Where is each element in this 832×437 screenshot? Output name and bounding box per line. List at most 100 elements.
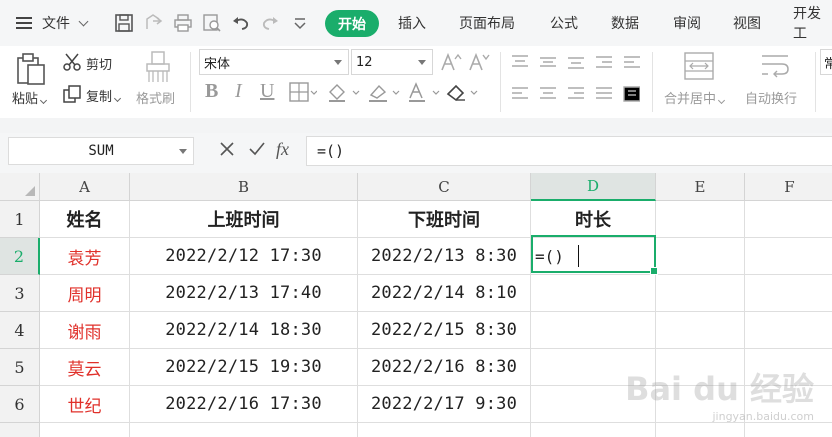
row-header-1[interactable]: 1	[0, 201, 40, 238]
cell-d3[interactable]	[531, 275, 656, 312]
cell-a1[interactable]: 姓名	[40, 201, 130, 238]
decrease-font-icon[interactable]	[468, 52, 490, 72]
cell-f2[interactable]	[745, 238, 832, 275]
cell-c2[interactable]: 2022/2/13 8:30	[358, 238, 531, 275]
customize-dropdown-icon[interactable]	[290, 13, 310, 33]
cut-button[interactable]: 剪切	[86, 54, 112, 73]
cell-c3[interactable]: 2022/2/14 8:10	[358, 275, 531, 312]
cell-a4[interactable]: 谢雨	[40, 312, 130, 349]
bold-icon[interactable]: B	[205, 80, 218, 103]
tab-home[interactable]: 开始	[325, 10, 379, 37]
cell-d2[interactable]: =()	[531, 238, 656, 275]
highlight-icon[interactable]	[367, 82, 401, 102]
font-name-select[interactable]: 宋体	[199, 49, 349, 75]
paste-icon[interactable]	[14, 52, 48, 86]
cell-a5[interactable]: 莫云	[40, 349, 130, 386]
save-icon[interactable]	[114, 13, 134, 33]
tab-view[interactable]: 视图	[733, 0, 761, 46]
row-header-6[interactable]: 6	[0, 386, 40, 423]
confirm-icon[interactable]	[248, 141, 266, 157]
tab-formulas[interactable]: 公式	[550, 0, 578, 46]
cell-e4[interactable]	[656, 312, 745, 349]
hamburger-icon	[16, 17, 32, 29]
row-header-3[interactable]: 3	[0, 275, 40, 312]
eraser-icon[interactable]	[445, 82, 479, 102]
cell-e2[interactable]	[656, 238, 745, 275]
row-header-4[interactable]: 4	[0, 312, 40, 349]
vertical-align-icons[interactable]	[510, 54, 640, 70]
underline-icon[interactable]: U	[260, 80, 274, 103]
row-header-7[interactable]	[0, 423, 40, 437]
cell-b5[interactable]: 2022/2/15 19:30	[130, 349, 358, 386]
cell-b3[interactable]: 2022/2/13 17:40	[130, 275, 358, 312]
tab-data[interactable]: 数据	[611, 0, 639, 46]
cell-a3[interactable]: 周明	[40, 275, 130, 312]
copy-icon[interactable]	[62, 84, 82, 104]
cell-c7[interactable]	[358, 423, 531, 437]
spreadsheet-grid: A B C D E F 1 2 3 4 5 6 姓名 上班时间 下班时间 时长 …	[0, 173, 832, 437]
cell-f3[interactable]	[745, 275, 832, 312]
column-header-a[interactable]: A	[40, 173, 130, 201]
column-header-f[interactable]: F	[745, 173, 832, 201]
cell-d7[interactable]	[531, 423, 656, 437]
print-preview-icon[interactable]	[202, 13, 222, 33]
column-header-c[interactable]: C	[358, 173, 531, 201]
cell-c4[interactable]: 2022/2/15 8:30	[358, 312, 531, 349]
format-painter-icon[interactable]	[143, 50, 173, 84]
cell-e7[interactable]	[656, 423, 745, 437]
insert-function-icon[interactable]: fx	[276, 139, 289, 160]
column-header-e[interactable]: E	[656, 173, 745, 201]
cell-c1[interactable]: 下班时间	[358, 201, 531, 238]
export-icon[interactable]	[144, 13, 164, 33]
copy-button[interactable]: 复制	[86, 86, 122, 105]
tab-developer[interactable]: 开发工	[793, 0, 832, 46]
undo-icon[interactable]	[231, 13, 251, 33]
cell-b7[interactable]	[130, 423, 358, 437]
paste-button[interactable]: 粘贴	[12, 88, 48, 107]
merge-center-icon[interactable]	[684, 52, 714, 80]
column-header-d[interactable]: D	[531, 173, 656, 201]
print-icon[interactable]	[173, 13, 193, 33]
font-size-select[interactable]: 12	[351, 49, 433, 75]
cell-b6[interactable]: 2022/2/16 17:30	[130, 386, 358, 423]
wrap-text-button[interactable]: 自动换行	[745, 88, 797, 107]
cell-d4[interactable]	[531, 312, 656, 349]
row-header-2[interactable]: 2	[0, 238, 40, 275]
merge-center-button[interactable]: 合并居中	[664, 88, 726, 107]
cancel-icon[interactable]	[219, 141, 235, 157]
italic-icon[interactable]: I	[235, 80, 242, 103]
cell-f1[interactable]	[745, 201, 832, 238]
cell-a2[interactable]: 袁芳	[40, 238, 130, 275]
cell-e3[interactable]	[656, 275, 745, 312]
tab-insert[interactable]: 插入	[398, 0, 426, 46]
fill-color-icon[interactable]	[327, 82, 361, 102]
format-painter-button[interactable]: 格式刷	[136, 88, 175, 107]
file-menu[interactable]: 文件	[16, 0, 89, 46]
increase-font-icon[interactable]	[440, 52, 462, 72]
row-header-5[interactable]: 5	[0, 349, 40, 386]
column-header-b[interactable]: B	[130, 173, 358, 201]
font-color-icon[interactable]	[407, 82, 441, 102]
borders-icon[interactable]	[289, 82, 317, 102]
cell-e1[interactable]	[656, 201, 745, 238]
cell-b4[interactable]: 2022/2/14 18:30	[130, 312, 358, 349]
cell-d1[interactable]: 时长	[531, 201, 656, 238]
number-format-select[interactable]: 常	[820, 49, 832, 75]
formula-input[interactable]: =()	[306, 136, 832, 166]
scissors-icon[interactable]	[62, 52, 82, 72]
cell-a7[interactable]	[40, 423, 130, 437]
horizontal-align-icons[interactable]	[510, 86, 640, 102]
cell-b1[interactable]: 上班时间	[130, 201, 358, 238]
redo-icon[interactable]	[260, 13, 280, 33]
select-all-corner[interactable]	[0, 173, 40, 201]
cell-c6[interactable]: 2022/2/17 9:30	[358, 386, 531, 423]
wrap-text-icon[interactable]	[760, 52, 790, 80]
cell-f4[interactable]	[745, 312, 832, 349]
cell-f7[interactable]	[745, 423, 832, 437]
cell-b2[interactable]: 2022/2/12 17:30	[130, 238, 358, 275]
cell-c5[interactable]: 2022/2/16 8:30	[358, 349, 531, 386]
tab-review[interactable]: 审阅	[673, 0, 701, 46]
cell-a6[interactable]: 世纪	[40, 386, 130, 423]
tab-page-layout[interactable]: 页面布局	[459, 0, 515, 46]
name-box[interactable]: SUM	[8, 137, 194, 165]
